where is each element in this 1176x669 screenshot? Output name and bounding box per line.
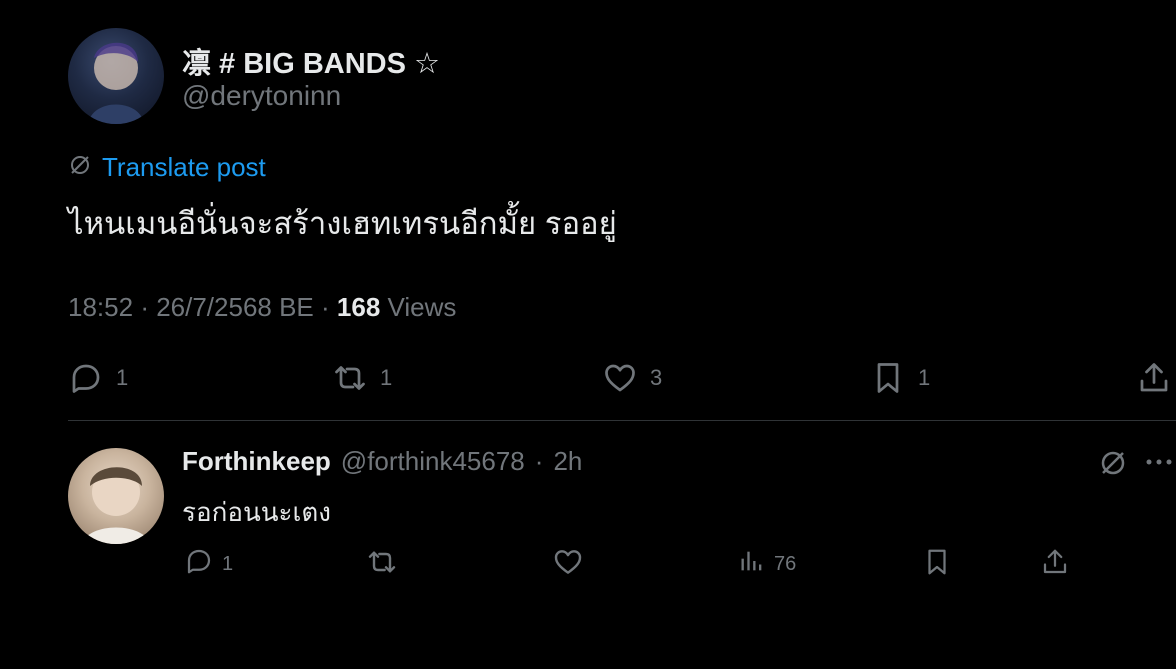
views-label: Views (387, 292, 457, 322)
avatar-image (88, 42, 144, 124)
reply-button[interactable]: 1 (68, 360, 128, 396)
bookmark-icon (870, 360, 906, 396)
divider (68, 420, 1176, 421)
reply-author-display-name[interactable]: Forthinkeep (182, 446, 331, 477)
globe-slash-icon (1098, 451, 1128, 482)
meta-separator: · (140, 292, 157, 322)
repost-icon (366, 546, 398, 584)
reply-reply-count: 1 (222, 552, 234, 575)
translate-post-link[interactable]: Translate post (68, 152, 266, 183)
reply-like-button[interactable] (552, 546, 584, 584)
reply-author-handle[interactable]: @forthink45678 (341, 446, 525, 477)
repost-icon (332, 360, 368, 396)
author-avatar[interactable] (68, 28, 164, 124)
post-date[interactable]: 26/7/2568 BE (156, 292, 314, 322)
repost-button[interactable]: 1 (332, 360, 392, 396)
reply-count: 1 (116, 365, 129, 390)
reply-time[interactable]: 2h (553, 446, 582, 477)
bookmark-icon (922, 546, 952, 584)
translate-post-label[interactable]: Translate post (102, 152, 266, 183)
post-text: ไหนเมนอีนั่นจะสร้างเฮทเทรนอีกมั้ย รออยู่ (68, 206, 617, 241)
reply-text: รอก่อนนะเตง (182, 497, 331, 527)
globe-slash-icon (68, 153, 92, 182)
reply-repost-button[interactable] (366, 546, 398, 584)
reply-views-count: 76 (774, 552, 797, 575)
reply-views-button[interactable]: 76 (738, 546, 796, 582)
views-count: 168 (336, 292, 381, 322)
heart-icon (552, 546, 584, 584)
share-button[interactable] (1136, 360, 1172, 396)
reply-bookmark-button[interactable] (922, 546, 952, 584)
bookmark-count: 1 (918, 365, 931, 390)
post-meta: 18:52 · 26/7/2568 BE · 168 Views (68, 292, 456, 323)
share-icon (1040, 546, 1070, 584)
repost-count: 1 (380, 365, 393, 390)
like-button[interactable]: 3 (602, 360, 662, 396)
bookmark-button[interactable]: 1 (870, 360, 930, 396)
reply-separator: · (534, 446, 544, 476)
avatar-image (82, 467, 150, 544)
reply-reply-button[interactable]: 1 (184, 546, 233, 582)
bar-chart-icon (738, 546, 766, 582)
reply-author-avatar[interactable] (68, 448, 164, 544)
heart-icon (602, 360, 638, 396)
speech-bubble-icon (68, 360, 104, 396)
author-display-name[interactable]: 凛 # BIG BANDS ☆ (182, 40, 440, 82)
like-count: 3 (650, 365, 663, 390)
reply-header: Forthinkeep @forthink45678 · 2h (182, 446, 582, 477)
meta-separator: · (321, 292, 337, 322)
author-handle[interactable]: @derytoninn (182, 80, 341, 112)
reply-translate-button[interactable] (1098, 448, 1128, 483)
more-icon (1144, 459, 1174, 476)
speech-bubble-icon (184, 546, 214, 582)
more-options-button[interactable] (1144, 452, 1174, 477)
post-time[interactable]: 18:52 (68, 292, 133, 322)
reply-share-button[interactable] (1040, 546, 1070, 584)
share-icon (1136, 360, 1172, 396)
